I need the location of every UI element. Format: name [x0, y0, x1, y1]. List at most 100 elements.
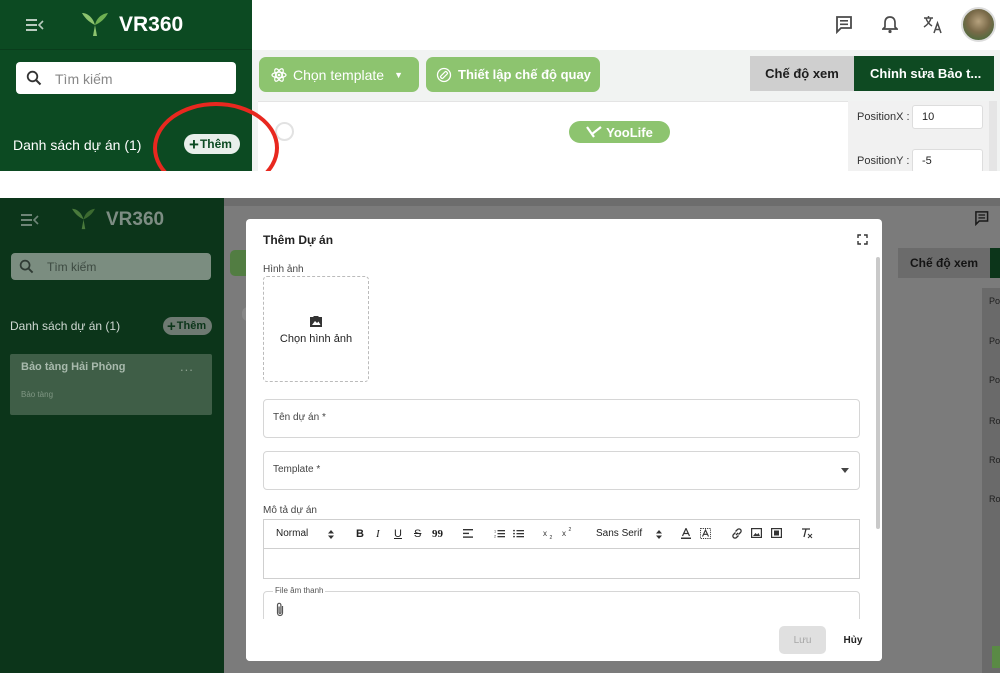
add-project-label: Thêm	[176, 320, 207, 332]
property-label: Po	[989, 336, 1000, 346]
text-color-icon[interactable]	[681, 528, 691, 539]
bold-button[interactable]: B	[356, 528, 364, 540]
caret-down-icon	[841, 468, 849, 473]
edit-mode-tab[interactable]	[990, 248, 1000, 278]
choose-template-label: Chọn template	[293, 66, 385, 83]
svg-text:x: x	[562, 529, 566, 537]
superscript-icon[interactable]: x 2	[562, 527, 573, 537]
user-avatar[interactable]	[961, 7, 996, 42]
search-input[interactable]: Tìm kiếm	[16, 62, 236, 94]
green-corner	[992, 646, 1000, 668]
description-editor[interactable]: Normal B I U S 99 1 2 x 2 x 2 Sans Serif	[263, 519, 860, 579]
app-name: VR360	[106, 209, 165, 230]
position-y-input[interactable]: -5	[912, 149, 983, 171]
project-card[interactable]: Bảo tàng Hải Phòng ... Bảo tàng	[10, 354, 212, 415]
search-placeholder: Tìm kiếm	[55, 71, 113, 87]
properties-scrollbar[interactable]	[989, 101, 997, 171]
image-upload[interactable]: Chọn hình ảnh	[263, 276, 369, 382]
insert-image-icon[interactable]	[751, 528, 762, 538]
bullet-list-icon[interactable]	[513, 529, 524, 538]
yoolife-badge: YooLife	[569, 121, 670, 143]
svg-text:2: 2	[550, 535, 553, 539]
project-list-title: Danh sách dự án (1)	[13, 137, 142, 153]
top-screenshot: VR360 Tìm kiếm Danh sách dự án (1) + Thê…	[0, 0, 1000, 171]
logo-icon	[82, 13, 108, 36]
position-x-label: PositionX :	[857, 111, 910, 123]
attachment-icon[interactable]	[275, 602, 285, 618]
property-label: Ro	[989, 494, 1000, 504]
svg-text:x: x	[543, 529, 547, 538]
add-project-dialog: Thêm Dự án Hình ảnh Chọn hình ảnh Tên dự…	[246, 219, 882, 661]
cancel-button[interactable]: Hủy	[838, 626, 868, 654]
properties-panel: PositionX : 10 PositionY : -5	[848, 101, 992, 171]
translate-icon[interactable]	[923, 15, 943, 34]
template-label: Template *	[273, 464, 321, 475]
project-list-title: Danh sách dự án (1)	[10, 319, 121, 333]
link-icon[interactable]	[731, 528, 743, 539]
svg-text:2: 2	[494, 535, 496, 539]
dialog-scrollbar[interactable]	[876, 257, 880, 529]
heading-select[interactable]: Normal	[276, 528, 308, 539]
image-label: Hình ảnh	[263, 264, 304, 275]
audio-file-label: File âm thanh	[273, 586, 326, 595]
menu-collapse-icon[interactable]	[26, 18, 44, 32]
fullscreen-icon[interactable]	[857, 234, 868, 245]
search-input[interactable]: Tìm kiếm	[11, 253, 211, 280]
rotation-mode-label: Thiết lập chế độ quay	[458, 67, 591, 82]
underline-button[interactable]: U	[394, 528, 402, 540]
dialog-title: Thêm Dự án	[263, 233, 334, 247]
stage-menu-icon[interactable]	[275, 122, 294, 141]
yoolife-logo-icon	[586, 126, 602, 138]
chat-icon[interactable]	[836, 16, 855, 34]
property-label: Ro	[989, 416, 1000, 426]
plus-icon: +	[167, 317, 176, 335]
search-placeholder: Tìm kiếm	[47, 260, 97, 274]
svg-text:1: 1	[494, 530, 496, 534]
header-overlay	[224, 198, 1000, 206]
position-y-label: PositionY :	[857, 155, 910, 167]
yoolife-label: YooLife	[606, 124, 653, 140]
image-icon	[310, 316, 322, 327]
view-mode-tab[interactable]: Chế độ xem	[750, 56, 854, 91]
search-icon	[19, 259, 34, 274]
edit-mode-tab[interactable]: Chỉnh sửa Bảo t...	[854, 56, 994, 91]
app-name: VR360	[119, 13, 184, 36]
add-project-button[interactable]: + Thêm	[163, 317, 212, 335]
save-button[interactable]: Lưu	[779, 626, 826, 654]
quote-button[interactable]: 99	[432, 528, 443, 540]
strike-button[interactable]: S	[414, 528, 421, 540]
align-icon[interactable]	[463, 529, 473, 538]
property-label: Po	[989, 375, 1000, 385]
background-color-icon[interactable]	[700, 528, 711, 539]
project-name: Bảo tàng Hải Phòng	[21, 361, 126, 373]
subscript-icon[interactable]: x 2	[543, 529, 554, 539]
logo-icon	[72, 208, 95, 230]
svg-text:2: 2	[569, 527, 572, 533]
choose-template-button[interactable]: Chọn template ▼	[259, 57, 419, 92]
italic-button[interactable]: I	[376, 528, 380, 540]
sidebar: VR360 Tìm kiếm Danh sách dự án (1) + Thê…	[0, 198, 224, 673]
caret-down-icon: ▼	[394, 69, 403, 80]
chat-icon[interactable]	[975, 211, 991, 226]
bottom-screenshot: VR360 Tìm kiếm Danh sách dự án (1) + Thê…	[0, 198, 1000, 673]
insert-video-icon[interactable]	[771, 528, 782, 538]
rotate-icon	[436, 67, 452, 82]
position-x-input[interactable]: 10	[912, 105, 983, 129]
select-arrows-icon	[656, 530, 662, 539]
choose-image-label: Chọn hình ảnh	[279, 333, 353, 345]
panorama-stage[interactable]	[258, 101, 848, 171]
project-name-label: Tên dự án *	[273, 412, 326, 423]
template-select[interactable]: Template *	[263, 451, 860, 490]
sidebar-brand: VR360	[0, 0, 252, 50]
ordered-list-icon[interactable]: 1 2	[494, 529, 505, 538]
more-options-icon[interactable]: ...	[180, 359, 194, 374]
property-label: Po	[989, 296, 1000, 306]
search-icon	[26, 70, 42, 86]
bell-icon[interactable]	[882, 15, 898, 34]
font-select[interactable]: Sans Serif	[596, 528, 642, 539]
project-name-field[interactable]: Tên dự án *	[263, 399, 860, 438]
clear-format-icon[interactable]	[801, 528, 813, 539]
rotation-mode-button[interactable]: Thiết lập chế độ quay	[426, 57, 600, 92]
view-mode-tab[interactable]: Chế độ xem	[898, 248, 990, 278]
menu-collapse-icon[interactable]	[21, 213, 39, 227]
